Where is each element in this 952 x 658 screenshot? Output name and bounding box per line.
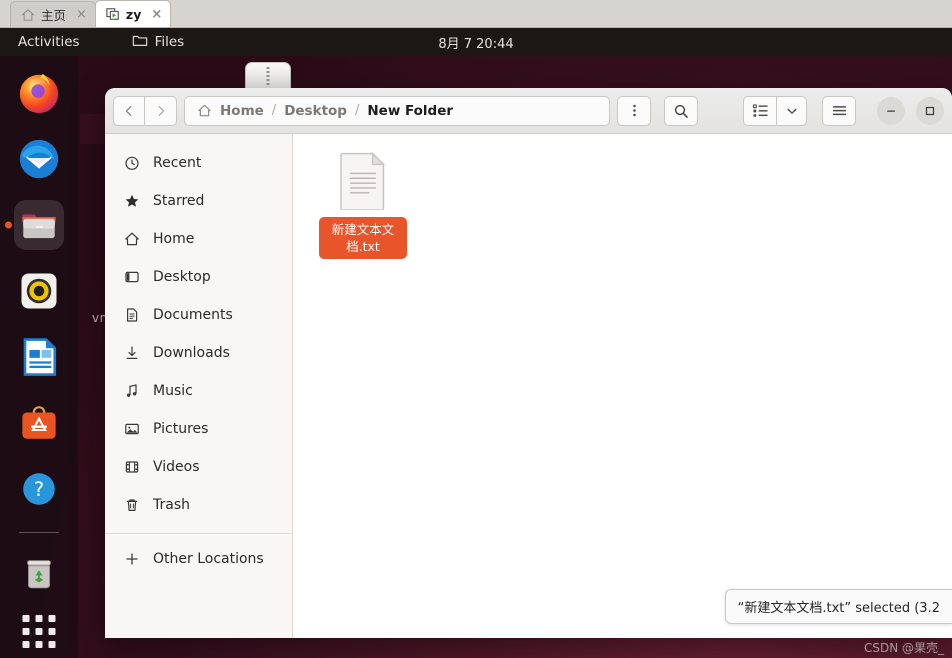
home-icon — [197, 103, 212, 118]
sidebar-item-label: Desktop — [153, 269, 211, 285]
window-headerbar: Home / Desktop / New Folder — [105, 88, 952, 134]
menu-kebab-button[interactable] — [617, 95, 651, 126]
firefox-icon — [19, 73, 59, 114]
watermark: CSDN @果壳_ — [863, 641, 944, 655]
browser-tab-label: zy — [125, 6, 142, 22]
sidebar-item-pictures[interactable]: Pictures — [105, 410, 292, 448]
trash-icon — [27, 560, 51, 589]
file-list-area[interactable]: 新建文本文档.txt “新建文本文档.txt” selected (3.2 — [293, 134, 952, 638]
dock-item-firefox[interactable] — [14, 68, 64, 118]
sidebar-item-label: Starred — [153, 193, 205, 209]
view-options-button[interactable] — [777, 95, 807, 126]
music-note-icon — [123, 383, 140, 400]
help-icon: ? — [23, 473, 55, 505]
breadcrumb-item-current[interactable]: New Folder — [367, 103, 453, 119]
sidebar: Recent Starred Home Desktop Documents Do… — [105, 134, 293, 638]
main-menu-button[interactable] — [822, 95, 856, 126]
file-item[interactable]: 新建文本文档.txt — [315, 151, 411, 259]
sidebar-item-label: Trash — [153, 497, 190, 513]
clock-icon — [123, 155, 140, 172]
sidebar-item-other-locations[interactable]: Other Locations — [105, 540, 292, 578]
file-manager-window: Home / Desktop / New Folder Recent Starr… — [105, 88, 952, 638]
browser-tab-home[interactable]: 主页 × — [10, 1, 96, 27]
breadcrumb-item-home[interactable]: Home — [220, 103, 264, 119]
active-app-menu[interactable]: Files — [132, 33, 185, 52]
sidebar-item-starred[interactable]: Starred — [105, 182, 292, 220]
home-icon — [21, 8, 35, 22]
forward-button[interactable] — [145, 95, 177, 126]
sidebar-item-label: Videos — [153, 459, 200, 475]
dock-item-trash[interactable] — [14, 547, 64, 597]
active-app-label: Files — [154, 34, 185, 50]
sidebar-item-downloads[interactable]: Downloads — [105, 334, 292, 372]
breadcrumb: Home / Desktop / New Folder — [184, 95, 610, 126]
desktop-icon-partial[interactable] — [80, 114, 106, 144]
ubuntu-dock: ? — [0, 56, 78, 658]
status-bar: “新建文本文档.txt” selected (3.2 — [724, 589, 952, 624]
browser-tab-label: 主页 — [41, 8, 67, 23]
dock-separator — [19, 532, 59, 533]
text-file-icon — [338, 151, 388, 211]
dock-item-thunderbird[interactable] — [14, 134, 64, 184]
background-window-handle[interactable] — [245, 62, 291, 90]
sidebar-item-music[interactable]: Music — [105, 372, 292, 410]
sidebar-item-documents[interactable]: Documents — [105, 296, 292, 334]
star-icon — [123, 193, 140, 210]
home-icon — [123, 231, 140, 248]
plus-icon — [123, 551, 140, 568]
dock-item-ubuntu-software[interactable] — [14, 398, 64, 448]
back-button[interactable] — [113, 95, 145, 126]
vnc-screen-icon — [106, 7, 120, 21]
rhythmbox-icon — [21, 273, 57, 309]
trash-icon — [123, 497, 140, 514]
download-icon — [123, 345, 140, 362]
screen: 主页 × zy × Activities Files 8月 7 20:44 vn… — [0, 0, 952, 658]
close-icon[interactable]: × — [76, 8, 87, 21]
search-button[interactable] — [664, 95, 698, 126]
sidebar-item-videos[interactable]: Videos — [105, 448, 292, 486]
dock-item-files[interactable] — [14, 200, 64, 250]
show-applications-button[interactable] — [22, 615, 56, 648]
list-view-button[interactable] — [743, 95, 777, 126]
close-icon[interactable]: × — [151, 8, 162, 21]
sidebar-item-label: Recent — [153, 155, 202, 171]
sidebar-item-recent[interactable]: Recent — [105, 144, 292, 182]
folder-icon — [132, 33, 148, 52]
browser-tabstrip: 主页 × zy × — [0, 0, 952, 28]
svg-text:?: ? — [34, 478, 44, 501]
breadcrumb-separator: / — [271, 103, 277, 118]
view-mode-group — [743, 95, 807, 126]
image-icon — [123, 421, 140, 438]
libreoffice-writer-icon — [23, 338, 57, 376]
window-body: Recent Starred Home Desktop Documents Do… — [105, 134, 952, 638]
dock-item-help[interactable]: ? — [14, 464, 64, 514]
file-name-label: 新建文本文档.txt — [319, 217, 407, 259]
desktop-icon — [123, 269, 140, 286]
sidebar-item-label: Pictures — [153, 421, 209, 437]
thunderbird-icon — [19, 139, 59, 179]
sidebar-item-label: Home — [153, 231, 195, 247]
dock-item-libreoffice-writer[interactable] — [14, 332, 64, 382]
ubuntu-software-icon — [22, 406, 56, 439]
sidebar-separator — [105, 533, 292, 534]
maximize-button[interactable] — [916, 96, 944, 125]
sidebar-item-label: Documents — [153, 307, 233, 323]
breadcrumb-item-desktop[interactable]: Desktop — [284, 103, 347, 119]
sidebar-item-home[interactable]: Home — [105, 220, 292, 258]
breadcrumb-separator: / — [354, 103, 360, 118]
minimize-button[interactable] — [877, 96, 905, 125]
activities-button[interactable]: Activities — [18, 34, 80, 50]
dock-item-rhythmbox[interactable] — [14, 266, 64, 316]
sidebar-item-desktop[interactable]: Desktop — [105, 258, 292, 296]
sidebar-item-label: Music — [153, 383, 193, 399]
film-icon — [123, 459, 140, 476]
files-folder-icon — [22, 214, 56, 239]
document-icon — [123, 307, 140, 324]
sidebar-item-label: Other Locations — [153, 551, 264, 567]
gnome-topbar: Activities Files 8月 7 20:44 — [0, 28, 952, 56]
sidebar-item-trash[interactable]: Trash — [105, 486, 292, 524]
navigation-buttons — [113, 95, 177, 126]
sidebar-item-label: Downloads — [153, 345, 230, 361]
browser-tab-zy[interactable]: zy × — [94, 0, 172, 27]
